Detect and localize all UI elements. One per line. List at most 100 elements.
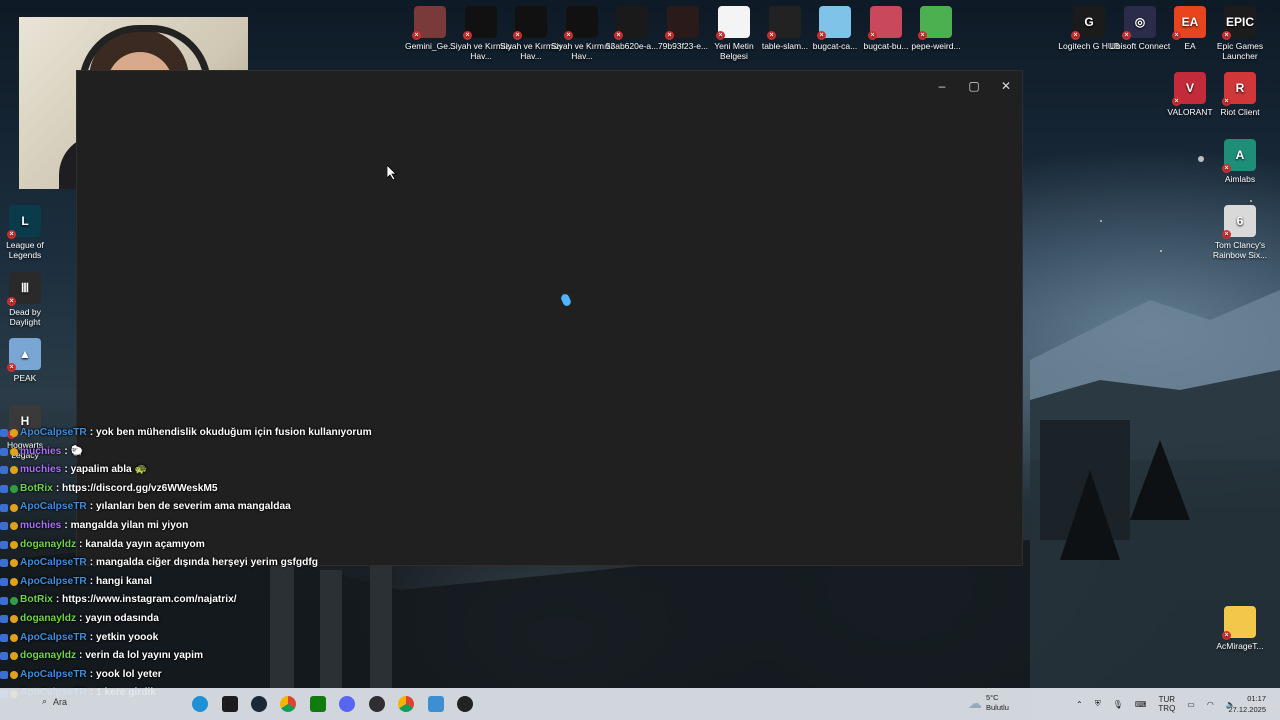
badge-icon — [0, 503, 8, 512]
desktop-icon-label: Riot Client — [1220, 107, 1260, 117]
app-icon: × — [412, 6, 446, 40]
steam-icon[interactable] — [251, 696, 267, 712]
badge-icon — [10, 578, 18, 587]
keyboard-icon[interactable]: ⌨ — [1135, 700, 1147, 709]
badge-icon — [0, 429, 8, 438]
xbox-icon[interactable] — [310, 696, 326, 712]
edge-browser-icon[interactable] — [192, 696, 208, 712]
clock[interactable]: 01:17 27.12.2025 — [1228, 693, 1266, 715]
app-icon: ▲ × — [7, 338, 41, 372]
desktop-icon[interactable]: × pepe-weird... — [905, 6, 967, 51]
chat-username: muchies — [20, 464, 62, 476]
wifi-icon[interactable]: ◠ — [1207, 700, 1214, 709]
chevron-up-icon[interactable]: ⌃ — [1076, 700, 1083, 709]
desktop-icon-label: PEAK — [13, 373, 37, 383]
security-icon[interactable]: ⛨ — [1095, 699, 1101, 709]
close-button[interactable]: ✕ — [990, 71, 1022, 101]
minimize-button[interactable]: – — [926, 71, 958, 101]
chat-message: ApoCalpseTR: yetkin yoook — [0, 629, 520, 648]
chat-username: doganayldz — [20, 612, 77, 624]
desktop-icon-label: Aimlabs — [1224, 174, 1256, 184]
error-badge-icon: × — [716, 31, 725, 40]
desktop-icon[interactable]: R × Riot Client — [1209, 72, 1271, 117]
chat-message: doganayldz: yayın odasında — [0, 610, 520, 629]
error-badge-icon: × — [412, 31, 421, 40]
discord-icon[interactable] — [339, 696, 355, 712]
desktop-icon[interactable]: A × Aimlabs — [1209, 139, 1271, 184]
desktop-icon[interactable]: ▲ × PEAK — [0, 338, 56, 383]
app-icon: EPIC × — [1222, 6, 1256, 40]
chat-message: doganayldz: kanalda yayın açamıyom — [0, 536, 520, 555]
badge-icon — [10, 615, 18, 624]
desktop-icon[interactable]: EPIC × Epic Games Launcher — [1209, 6, 1271, 61]
app-icon: R × — [1222, 72, 1256, 106]
maximize-button[interactable]: ▢ — [958, 71, 990, 101]
chat-username: ApoCalpseTR — [20, 501, 87, 513]
microphone-icon[interactable]: 🎙 — [1113, 700, 1123, 709]
desktop-icon-label: Dead by Daylight — [9, 307, 41, 327]
chat-text: : hangi kanal — [89, 575, 153, 587]
error-badge-icon: × — [7, 297, 16, 306]
chrome-icon[interactable] — [280, 696, 296, 712]
badge-icon — [10, 559, 18, 568]
taskbar-search[interactable]: ⌕ Ara — [42, 696, 67, 707]
chat-text: : https://discord.gg/vz6WWeskM5 — [55, 482, 218, 494]
obs-icon[interactable] — [369, 696, 385, 712]
chat-text: : mangalda ciğer dışında herşeyi yerim g… — [89, 557, 318, 569]
chat-text: : yayın odasında — [79, 612, 159, 624]
error-badge-icon: × — [7, 230, 16, 239]
error-badge-icon: × — [665, 31, 674, 40]
error-badge-icon: × — [564, 31, 573, 40]
chat-message: BotRix: https://www.instagram.com/najatr… — [0, 591, 520, 610]
badge-icon — [10, 540, 18, 549]
badge-icon — [10, 522, 18, 531]
desktop-icon[interactable]: × AcMirageT... — [1209, 606, 1271, 651]
star — [1160, 250, 1162, 252]
app-icon: A × — [1222, 139, 1256, 173]
desktop-icon[interactable]: 6 × Tom Clancy's Rainbow Six... — [1209, 205, 1271, 260]
error-badge-icon: × — [614, 31, 623, 40]
error-badge-icon: × — [513, 31, 522, 40]
chat-message: muchies: 🐑 — [0, 443, 520, 462]
notepad-icon[interactable] — [428, 696, 444, 712]
chat-username: doganayldz — [20, 538, 77, 550]
desktop-icon-label: League of Legends — [6, 240, 44, 260]
badge-icon — [10, 485, 18, 494]
chat-username: ApoCalpseTR — [20, 557, 87, 569]
chat-text: : yapalim abla 🐢 — [64, 464, 148, 476]
weather-widget[interactable]: ☁ 5°C Bulutlu — [968, 693, 1009, 713]
error-badge-icon: × — [1172, 31, 1181, 40]
loading-spinner-icon — [559, 292, 573, 308]
media-player-icon[interactable] — [457, 696, 473, 712]
chat-username: muchies — [20, 445, 62, 457]
network-icon[interactable]: ▭ — [1187, 700, 1195, 709]
error-badge-icon: × — [1172, 97, 1181, 106]
chat-username: ApoCalpseTR — [20, 427, 87, 438]
chat-text: : mangalda yilan mi yiyon — [64, 519, 189, 531]
badge-icon — [10, 671, 18, 680]
desktop-icon[interactable]: Ⅲ × Dead by Daylight — [0, 272, 56, 327]
error-badge-icon: × — [7, 363, 16, 372]
window-controls: – ▢ ✕ — [926, 71, 1022, 101]
app-icon: × — [564, 6, 598, 40]
chat-message: muchies: mangalda yilan mi yiyon — [0, 517, 520, 536]
desktop-icon-label: AcMirageT... — [1216, 641, 1264, 651]
weather-temp: 5°C — [986, 693, 999, 702]
star — [1250, 200, 1252, 202]
clock-date: 27.12.2025 — [1228, 705, 1266, 714]
app-icon: × — [614, 6, 648, 40]
taskbar: ⌕ Ara ☁ 5°C Bulutlu ⌃ ⛨ 🎙 ⌨ TUR TRQ ▭ ◠ 🔈… — [0, 688, 1280, 720]
desktop-icon-label: Epic Games Launcher — [1216, 41, 1264, 61]
language-indicator[interactable]: TUR TRQ — [1158, 695, 1175, 713]
chat-text: : yook lol yeter — [89, 668, 162, 680]
chat-message: ApoCalpseTR: yook lol yeter — [0, 666, 520, 685]
chat-text: : yok ben mühendislik okuduğum için fusi… — [89, 427, 372, 438]
chrome-icon[interactable] — [398, 696, 414, 712]
chat-username: ApoCalpseTR — [20, 668, 87, 680]
error-badge-icon: × — [1122, 31, 1131, 40]
chat-message: muchies: yapalim abla 🐢 — [0, 461, 520, 480]
app-icon: 6 × — [1222, 205, 1256, 239]
epic-games-icon[interactable] — [222, 696, 238, 712]
chat-username: muchies — [20, 519, 62, 531]
desktop-icon[interactable]: L × League of Legends — [0, 205, 56, 260]
